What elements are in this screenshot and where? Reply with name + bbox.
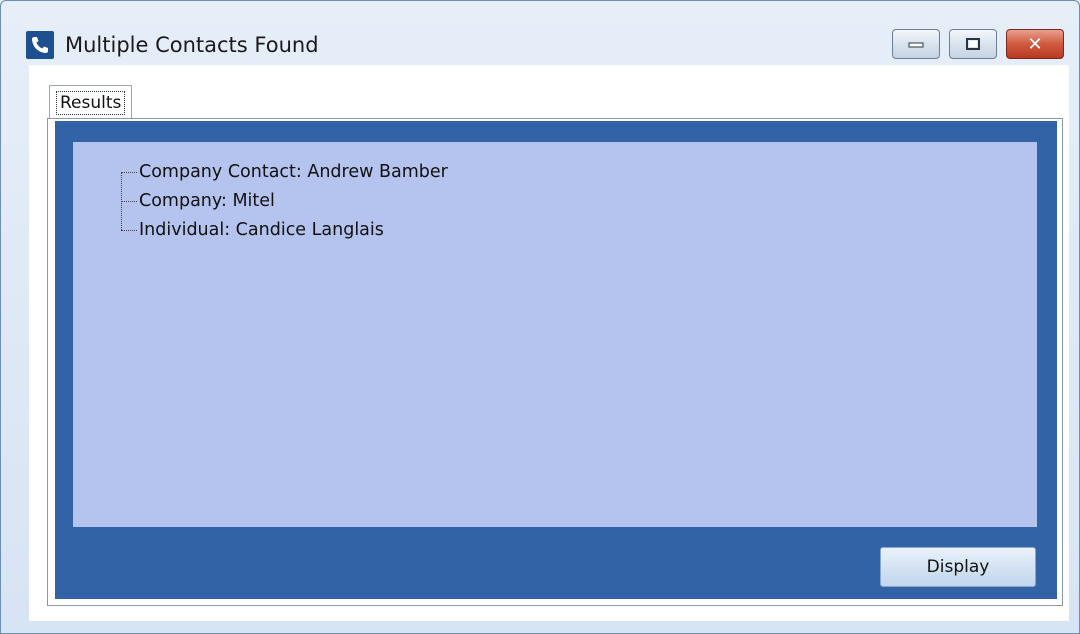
maximize-icon xyxy=(966,38,980,50)
window-title: Multiple Contacts Found xyxy=(65,33,319,57)
tab-results-label: Results xyxy=(56,90,126,115)
tree-node-company[interactable]: Company: Mitel xyxy=(119,187,448,216)
tree-node-company-contact[interactable]: Company Contact: Andrew Bamber xyxy=(119,158,448,187)
dialog-window: Multiple Contacts Found ✕ Results Compan… xyxy=(0,0,1080,634)
tree-nodes: Company Contact: Andrew Bamber Company: … xyxy=(119,158,448,245)
tree-node-individual[interactable]: Individual: Candice Langlais xyxy=(119,216,448,245)
minimize-icon xyxy=(908,42,924,48)
dialog-client-area: Results Company Contact: Andrew Bamber C… xyxy=(29,65,1069,621)
close-button[interactable]: ✕ xyxy=(1006,29,1064,59)
close-icon: ✕ xyxy=(1027,33,1043,55)
maximize-button[interactable] xyxy=(949,29,997,59)
results-panel: Company Contact: Andrew Bamber Company: … xyxy=(47,118,1063,606)
minimize-button[interactable] xyxy=(892,29,940,59)
results-tree[interactable]: Company Contact: Andrew Bamber Company: … xyxy=(73,142,1037,527)
tab-results[interactable]: Results xyxy=(49,85,133,119)
title-bar[interactable]: Multiple Contacts Found ✕ xyxy=(1,1,1079,63)
results-frame: Company Contact: Andrew Bamber Company: … xyxy=(55,121,1057,599)
display-button[interactable]: Display xyxy=(880,547,1036,587)
phone-icon xyxy=(26,31,54,59)
